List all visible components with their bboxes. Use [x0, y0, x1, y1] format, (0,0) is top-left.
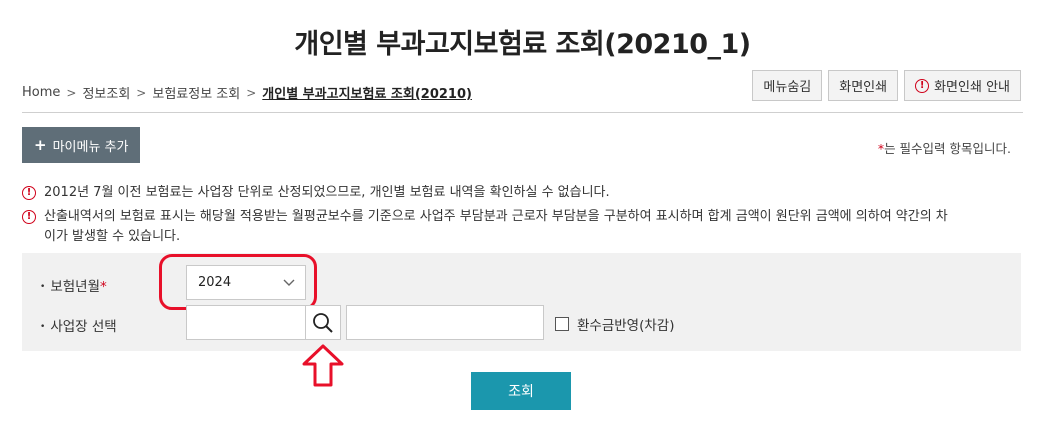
toolbar: 메뉴숨김 화면인쇄 ! 화면인쇄 안내 — [752, 70, 1021, 101]
plus-icon: + — [34, 136, 47, 154]
page-title: 개인별 부과고지보험료 조회(20210_1) — [294, 29, 751, 60]
notice-text: 산출내역서의 보험료 표시는 해당월 적용받는 월평균보수를 기준으로 사업주 … — [44, 209, 948, 244]
search-icon — [313, 312, 333, 333]
workplace-code-input[interactable] — [186, 305, 306, 340]
exclamation-circle-icon: ! — [22, 186, 36, 200]
required-note-text: 는 필수입력 항목입니다. — [884, 141, 1011, 156]
notice-item: ! 2012년 7월 이전 보험료는 사업장 단위로 산정되었으므로, 개인별 … — [22, 183, 610, 203]
print-guide-label: 화면인쇄 안내 — [934, 80, 1010, 95]
exclamation-circle-icon: ! — [915, 78, 930, 93]
print-guide-button[interactable]: ! 화면인쇄 안내 — [904, 70, 1021, 101]
notice-item: ! 산출내역서의 보험료 표시는 해당월 적용받는 월평균보수를 기준으로 사업… — [22, 207, 948, 247]
chevron-right-icon: > — [66, 85, 77, 100]
notice-text: 2012년 7월 이전 보험료는 사업장 단위로 산정되었으므로, 개인별 보험… — [44, 185, 610, 200]
highlight-ring — [159, 254, 317, 310]
refund-checkbox-label: 환수금반영(차감) — [577, 318, 675, 334]
breadcrumb-premium-info[interactable]: 보험료정보 조회 — [152, 83, 240, 102]
add-my-menu-button[interactable]: + 마이메뉴 추가 — [22, 127, 141, 163]
add-my-menu-label: 마이메뉴 추가 — [52, 139, 129, 155]
breadcrumb-info-lookup[interactable]: 정보조회 — [82, 83, 130, 102]
up-arrow-icon — [302, 344, 344, 387]
breadcrumb-home[interactable]: Home — [22, 85, 60, 100]
year-label: • 보험년월* — [40, 279, 107, 295]
breadcrumb: Home > 정보조회 > 보험료정보 조회 > 개인별 부과고지보험료 조회(… — [22, 83, 472, 102]
chevron-right-icon: > — [246, 85, 257, 100]
workplace-name-input[interactable] — [346, 305, 544, 340]
search-submit-button[interactable]: 조회 — [471, 372, 571, 410]
refund-checkbox[interactable] — [555, 317, 569, 331]
required-note: *는 필수입력 항목입니다. — [878, 138, 1011, 157]
chevron-right-icon: > — [136, 85, 147, 100]
exclamation-circle-icon: ! — [22, 210, 36, 224]
divider — [22, 112, 1023, 113]
hide-menu-button[interactable]: 메뉴숨김 — [752, 70, 823, 101]
breadcrumb-current[interactable]: 개인별 부과고지보험료 조회(20210) — [262, 83, 472, 102]
workplace-label: • 사업장 선택 — [40, 319, 117, 335]
workplace-search-button[interactable] — [305, 305, 341, 340]
refund-checkbox-option[interactable]: 환수금반영(차감) — [555, 314, 674, 334]
print-button[interactable]: 화면인쇄 — [828, 70, 899, 101]
